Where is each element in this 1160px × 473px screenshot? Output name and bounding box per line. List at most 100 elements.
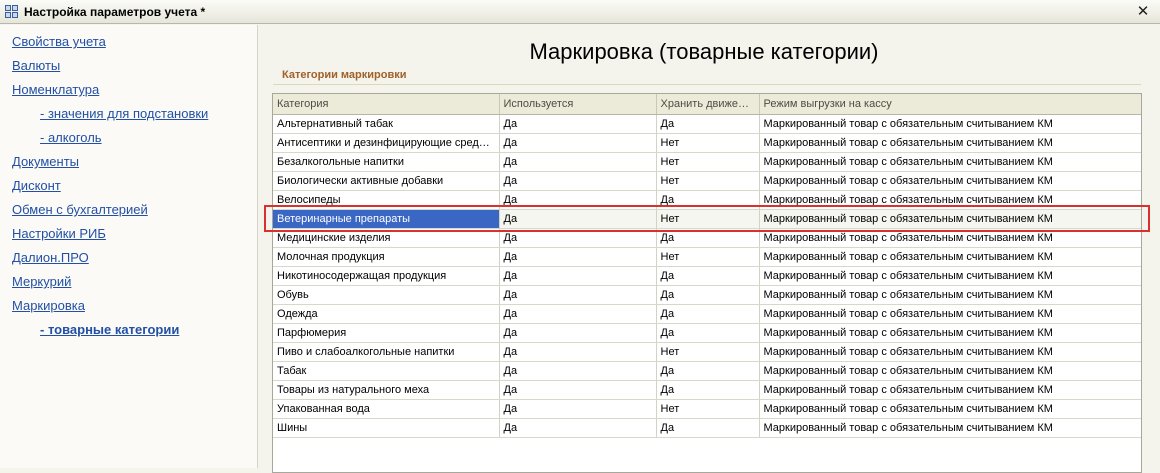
table-row[interactable]: Безалкогольные напитки Да Нет Маркированный… [273,152,1141,172]
table-cell[interactable]: Да [656,228,760,248]
sidebar-item[interactable]: - товарные категории [0,320,257,344]
table-cell[interactable]: Да [656,418,760,438]
sidebar-item[interactable]: - значения для подстановки [0,104,257,128]
table-cell[interactable]: Маркированный товар с обязательным считы… [759,152,1141,172]
categories-table[interactable]: Категория Используется Хранить движени... Р… [272,93,1142,473]
table-row[interactable]: Парфюмерия Да Да Маркированный товар с обяз… [273,323,1141,343]
table-cell[interactable]: Да [499,323,657,343]
table-cell[interactable]: Безалкогольные напитки [273,152,500,172]
table-cell[interactable]: Маркированный товар с обязательным считы… [759,228,1141,248]
sidebar-item[interactable]: Документы [0,152,257,176]
table-cell[interactable]: Да [656,266,760,286]
table-cell[interactable]: Да [656,285,760,305]
table-cell[interactable]: Шины [273,418,500,438]
table-row[interactable]: Альтернативный табак Да Да Маркированный то… [273,114,1141,134]
table-cell[interactable]: Да [499,171,657,191]
table-cell[interactable]: Ветеринарные препараты [273,209,500,229]
table-cell[interactable]: Да [499,399,657,419]
table-cell[interactable]: Нет [656,152,760,172]
table-cell[interactable]: Медицинские изделия [273,228,500,248]
table-cell[interactable]: Альтернативный табак [273,114,500,134]
sidebar-item[interactable]: Свойства учета [0,32,257,56]
sidebar-item[interactable]: - алкоголь [0,128,257,152]
table-row[interactable]: Упакованная вода Да Нет Маркированный товар… [273,399,1141,419]
table-cell[interactable]: Парфюмерия [273,323,500,343]
table-cell[interactable]: Нет [656,171,760,191]
table-cell[interactable]: Маркированный товар с обязательным считы… [759,380,1141,400]
table-cell[interactable]: Да [499,304,657,324]
table-row[interactable]: Никотиносодержащая продукция Да Да Маркиров… [273,266,1141,286]
column-header[interactable]: Режим выгрузки на кассу [759,94,1141,115]
sidebar-item[interactable]: Маркировка [0,296,257,320]
table-cell[interactable]: Маркированный товар с обязательным считы… [759,304,1141,324]
close-icon[interactable]: ✕ [1134,3,1152,21]
table-row[interactable]: Табак Да Да Маркированный товар с обязатель… [273,361,1141,381]
table-cell[interactable]: Маркированный товар с обязательным считы… [759,361,1141,381]
table-cell[interactable]: Да [656,190,760,210]
table-cell[interactable]: Маркированный товар с обязательным считы… [759,209,1141,229]
sidebar-item[interactable]: Меркурий [0,272,257,296]
table-cell[interactable]: Пиво и слабоалкогольные напитки [273,342,500,362]
table-cell[interactable]: Маркированный товар с обязательным считы… [759,190,1141,210]
table-row[interactable]: Одежда Да Да Маркированный товар с обязател… [273,304,1141,324]
table-cell[interactable]: Да [499,228,657,248]
table-cell[interactable]: Маркированный товар с обязательным считы… [759,342,1141,362]
table-row[interactable]: Велосипеды Да Да Маркированный товар с обяз… [273,190,1141,210]
table-cell[interactable]: Да [499,209,657,229]
table-cell[interactable]: Да [499,190,657,210]
table-cell[interactable]: Да [499,380,657,400]
table-cell[interactable]: Да [499,361,657,381]
sidebar-item[interactable]: Номенклатура [0,80,257,104]
table-cell[interactable]: Да [499,266,657,286]
table-cell[interactable]: Маркированный товар с обязательным считы… [759,114,1141,134]
table-cell[interactable]: Да [656,323,760,343]
table-row[interactable]: Обувь Да Да Маркированный товар с обязатель… [273,285,1141,305]
column-header[interactable]: Категория [273,94,500,115]
table-cell[interactable]: Одежда [273,304,500,324]
table-cell[interactable]: Молочная продукция [273,247,500,267]
table-cell[interactable]: Биологически активные добавки [273,171,500,191]
table-cell[interactable]: Маркированный товар с обязательным считы… [759,247,1141,267]
table-cell[interactable]: Маркированный товар с обязательным считы… [759,399,1141,419]
table-cell[interactable]: Да [656,304,760,324]
table-row[interactable]: Биологически активные добавки Да Нет Маркир… [273,171,1141,191]
table-cell[interactable]: Да [499,114,657,134]
table-row[interactable]: Пиво и слабоалкогольные напитки Да Нет Марк… [273,342,1141,362]
table-cell[interactable]: Маркированный товар с обязательным считы… [759,171,1141,191]
table-cell[interactable]: Антисептики и дезинфицирующие средст... [273,133,500,153]
table-cell[interactable]: Товары из натурального меха [273,380,500,400]
table-row[interactable]: Медицинские изделия Да Да Маркированный тов… [273,228,1141,248]
column-header[interactable]: Хранить движени... [656,94,760,115]
table-cell[interactable]: Да [499,152,657,172]
table-row[interactable]: Антисептики и дезинфицирующие средст... Д… [273,133,1141,153]
sidebar-item[interactable]: Валюты [0,56,257,80]
table-cell[interactable]: Да [656,380,760,400]
table-cell[interactable]: Да [656,114,760,134]
table-cell[interactable]: Да [499,133,657,153]
table-cell[interactable]: Маркированный товар с обязательным считы… [759,285,1141,305]
table-cell[interactable]: Нет [656,133,760,153]
table-row[interactable]: Товары из натурального меха Да Да Маркирова… [273,380,1141,400]
table-row[interactable]: Шины Да Да Маркированный товар с обязательн… [273,418,1141,438]
table-cell[interactable]: Да [499,285,657,305]
table-row[interactable]: Молочная продукция Да Нет Маркированный тов… [273,247,1141,267]
sidebar-item[interactable]: Настройки РИБ [0,224,257,248]
table-cell[interactable]: Велосипеды [273,190,500,210]
sidebar-item[interactable]: Дисконт [0,176,257,200]
table-cell[interactable]: Нет [656,399,760,419]
table-cell[interactable]: Нет [656,209,760,229]
table-cell[interactable]: Да [499,247,657,267]
table-cell[interactable]: Маркированный товар с обязательным считы… [759,266,1141,286]
sidebar-item[interactable]: Обмен с бухгалтерией [0,200,257,224]
table-cell[interactable]: Да [499,342,657,362]
table-cell[interactable]: Нет [656,247,760,267]
table-cell[interactable]: Никотиносодержащая продукция [273,266,500,286]
table-cell[interactable]: Да [656,361,760,381]
table-cell[interactable]: Обувь [273,285,500,305]
table-cell[interactable]: Маркированный товар с обязательным считы… [759,133,1141,153]
column-header[interactable]: Используется [499,94,657,115]
table-row[interactable]: Ветеринарные препараты Да Нет Маркированный… [273,209,1141,229]
table-cell[interactable]: Табак [273,361,500,381]
table-cell[interactable]: Да [499,418,657,438]
sidebar-item[interactable]: Далион.ПРО [0,248,257,272]
